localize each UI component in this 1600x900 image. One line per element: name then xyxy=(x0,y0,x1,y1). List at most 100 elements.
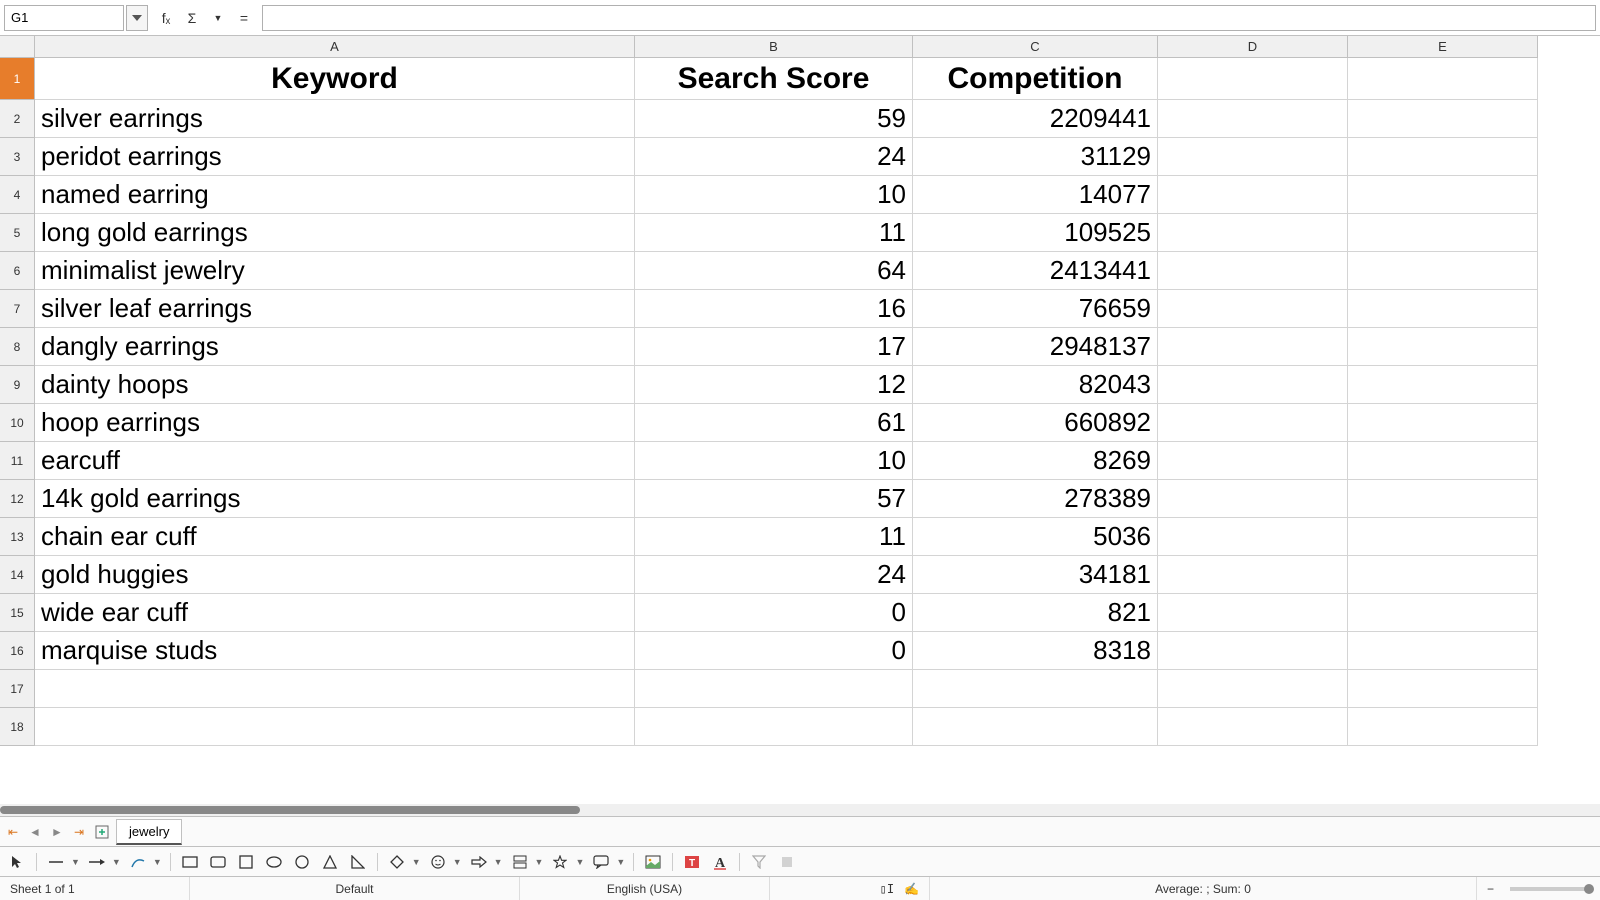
flowchart-dropdown-icon[interactable]: ▼ xyxy=(535,857,544,867)
line-tool-icon[interactable] xyxy=(45,851,67,873)
cell-keyword[interactable]: named earring xyxy=(35,176,635,214)
cell-keyword[interactable]: long gold earrings xyxy=(35,214,635,252)
empty-cell[interactable] xyxy=(35,670,635,708)
empty-cell[interactable] xyxy=(35,708,635,746)
cell-keyword[interactable]: earcuff xyxy=(35,442,635,480)
row-header-11[interactable]: 11 xyxy=(0,442,35,480)
empty-cell[interactable] xyxy=(1158,176,1348,214)
empty-cell[interactable] xyxy=(1158,404,1348,442)
cell-competition[interactable]: 8318 xyxy=(913,632,1158,670)
block-arrows-dropdown-icon[interactable]: ▼ xyxy=(494,857,503,867)
cell-search-score[interactable]: 10 xyxy=(635,176,913,214)
cell-competition[interactable]: 2413441 xyxy=(913,252,1158,290)
cell-competition[interactable]: 2948137 xyxy=(913,328,1158,366)
curve-tool-dropdown-icon[interactable]: ▼ xyxy=(153,857,162,867)
signature-icon[interactable]: ✍ xyxy=(904,882,919,896)
cell-search-score[interactable]: 17 xyxy=(635,328,913,366)
cell-search-score[interactable]: 11 xyxy=(635,518,913,556)
function-wizard-icon[interactable]: fₓ xyxy=(154,6,178,30)
rounded-rectangle-tool-icon[interactable] xyxy=(207,851,229,873)
status-style[interactable]: Default xyxy=(190,877,520,900)
cell-keyword[interactable]: dangly earrings xyxy=(35,328,635,366)
cell-search-score[interactable]: 59 xyxy=(635,100,913,138)
zoom-out-icon[interactable]: − xyxy=(1487,882,1494,896)
empty-cell[interactable] xyxy=(1158,100,1348,138)
line-tool-dropdown-icon[interactable]: ▼ xyxy=(71,857,80,867)
empty-cell[interactable] xyxy=(913,670,1158,708)
tab-first-icon[interactable]: ⇤ xyxy=(4,823,22,841)
empty-cell[interactable] xyxy=(1348,366,1538,404)
insert-mode-icon[interactable]: ▯I xyxy=(880,882,894,896)
row-header-18[interactable]: 18 xyxy=(0,708,35,746)
row-header-3[interactable]: 3 xyxy=(0,138,35,176)
cell-keyword[interactable]: peridot earrings xyxy=(35,138,635,176)
tab-prev-icon[interactable]: ◄ xyxy=(26,823,44,841)
cell-competition[interactable]: 109525 xyxy=(913,214,1158,252)
column-header-C[interactable]: C xyxy=(913,36,1158,58)
empty-cell[interactable] xyxy=(1348,480,1538,518)
column-header-E[interactable]: E xyxy=(1348,36,1538,58)
circle-tool-icon[interactable] xyxy=(291,851,313,873)
column-header-A[interactable]: A xyxy=(35,36,635,58)
empty-cell[interactable] xyxy=(1158,708,1348,746)
cell-keyword[interactable]: marquise studs xyxy=(35,632,635,670)
zoom-slider[interactable] xyxy=(1510,887,1590,891)
tab-next-icon[interactable]: ► xyxy=(48,823,66,841)
callouts-icon[interactable] xyxy=(590,851,612,873)
status-summary[interactable]: Average: ; Sum: 0 xyxy=(930,877,1477,900)
arrow-tool-icon[interactable] xyxy=(86,851,108,873)
empty-cell[interactable] xyxy=(1158,252,1348,290)
row-header-13[interactable]: 13 xyxy=(0,518,35,556)
cell-search-score[interactable]: 61 xyxy=(635,404,913,442)
cell-competition[interactable]: 821 xyxy=(913,594,1158,632)
symbol-shapes-icon[interactable] xyxy=(427,851,449,873)
cell-keyword[interactable]: wide ear cuff xyxy=(35,594,635,632)
empty-cell[interactable] xyxy=(1348,252,1538,290)
cell-keyword[interactable]: dainty hoops xyxy=(35,366,635,404)
empty-cell[interactable] xyxy=(1158,214,1348,252)
cell-search-score[interactable]: 11 xyxy=(635,214,913,252)
cell-competition[interactable]: 76659 xyxy=(913,290,1158,328)
formula-equals-icon[interactable]: = xyxy=(232,6,256,30)
stars-icon[interactable] xyxy=(549,851,571,873)
empty-cell[interactable] xyxy=(1348,328,1538,366)
sum-icon[interactable]: Σ xyxy=(180,6,204,30)
column-header-D[interactable]: D xyxy=(1158,36,1348,58)
cell-search-score[interactable]: 24 xyxy=(635,138,913,176)
empty-cell[interactable] xyxy=(1348,290,1538,328)
cell-search-score[interactable]: 0 xyxy=(635,632,913,670)
sum-dropdown-icon[interactable]: ▼ xyxy=(206,6,230,30)
empty-cell[interactable] xyxy=(1348,670,1538,708)
cell-keyword[interactable]: chain ear cuff xyxy=(35,518,635,556)
pointer-tool-icon[interactable] xyxy=(6,851,28,873)
image-tool-icon[interactable] xyxy=(642,851,664,873)
callouts-dropdown-icon[interactable]: ▼ xyxy=(616,857,625,867)
empty-cell[interactable] xyxy=(1348,594,1538,632)
basic-shapes-dropdown-icon[interactable]: ▼ xyxy=(412,857,421,867)
cell-competition[interactable]: 660892 xyxy=(913,404,1158,442)
cell-keyword[interactable]: minimalist jewelry xyxy=(35,252,635,290)
empty-cell[interactable] xyxy=(1158,290,1348,328)
formula-input[interactable] xyxy=(262,5,1596,31)
empty-cell[interactable] xyxy=(635,670,913,708)
row-header-8[interactable]: 8 xyxy=(0,328,35,366)
empty-cell[interactable] xyxy=(1348,708,1538,746)
arrow-tool-dropdown-icon[interactable]: ▼ xyxy=(112,857,121,867)
cell-competition[interactable]: 14077 xyxy=(913,176,1158,214)
empty-cell[interactable] xyxy=(1348,632,1538,670)
empty-cell[interactable] xyxy=(1348,58,1538,100)
cell-competition[interactable]: 2209441 xyxy=(913,100,1158,138)
empty-cell[interactable] xyxy=(1348,442,1538,480)
curve-tool-icon[interactable] xyxy=(127,851,149,873)
empty-cell[interactable] xyxy=(1158,480,1348,518)
row-header-10[interactable]: 10 xyxy=(0,404,35,442)
cell-competition[interactable]: 82043 xyxy=(913,366,1158,404)
rectangle-tool-icon[interactable] xyxy=(179,851,201,873)
cell-competition[interactable]: 8269 xyxy=(913,442,1158,480)
empty-cell[interactable] xyxy=(635,708,913,746)
empty-cell[interactable] xyxy=(1158,556,1348,594)
row-header-15[interactable]: 15 xyxy=(0,594,35,632)
cell-search-score[interactable]: 16 xyxy=(635,290,913,328)
stars-dropdown-icon[interactable]: ▼ xyxy=(575,857,584,867)
cell-keyword[interactable]: 14k gold earrings xyxy=(35,480,635,518)
